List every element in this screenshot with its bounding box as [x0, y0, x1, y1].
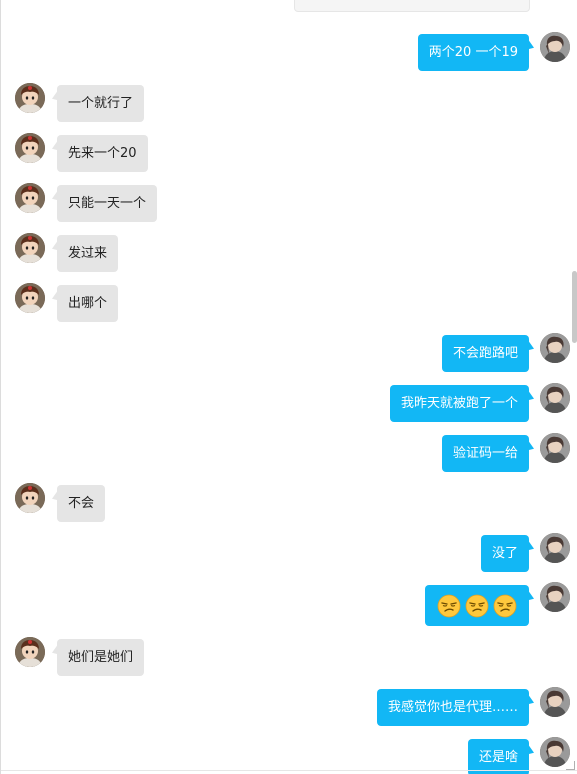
message-row: 先来一个20	[1, 133, 577, 173]
message-row: 她们是她们	[1, 637, 577, 677]
contact-avatar[interactable]	[15, 183, 45, 213]
message-bubble-received[interactable]: 她们是她们	[57, 639, 145, 676]
message-row: 还是啥	[1, 737, 577, 774]
message-row: 出哪个	[1, 283, 577, 323]
message-bubble-received[interactable]: 只能一天一个	[57, 185, 158, 222]
message-row: 只能一天一个	[1, 183, 577, 223]
message-bubble-sent[interactable]: 验证码一给	[441, 435, 529, 472]
message-bubble-received[interactable]: 发过来	[57, 235, 119, 272]
self-avatar[interactable]	[540, 333, 570, 363]
message-row	[1, 582, 577, 626]
user-avatar-icon	[540, 433, 570, 463]
message-row: 没了	[1, 533, 577, 573]
cartoon-avatar-icon	[15, 83, 45, 113]
cartoon-avatar-icon	[15, 283, 45, 313]
chat-message-area: 两个20 一个19 一个就行了 先来一个20 只能一天一个 发过来 出哪个 不会…	[0, 0, 577, 774]
message-bubble-sent[interactable]: 还是啥	[467, 739, 529, 774]
message-bubble-sent[interactable]: 没了	[480, 535, 529, 572]
scrollbar-thumb[interactable]	[572, 271, 577, 343]
smirk-emoji-icon	[493, 594, 517, 617]
message-bubble-received[interactable]: 一个就行了	[57, 85, 145, 122]
previous-message-fragment	[294, 0, 530, 12]
user-avatar-icon	[540, 333, 570, 363]
message-row: 不会	[1, 483, 577, 523]
message-row: 两个20 一个19	[1, 32, 577, 72]
cartoon-avatar-icon	[15, 483, 45, 513]
user-avatar-icon	[540, 383, 570, 413]
contact-avatar[interactable]	[15, 283, 45, 313]
user-avatar-icon	[540, 32, 570, 62]
message-bubble-received[interactable]: 先来一个20	[57, 135, 148, 172]
contact-avatar[interactable]	[15, 483, 45, 513]
cartoon-avatar-icon	[15, 133, 45, 163]
message-row: 发过来	[1, 233, 577, 273]
user-avatar-icon	[540, 533, 570, 563]
message-row: 不会跑路吧	[1, 333, 577, 373]
smirk-emoji-icon	[465, 594, 489, 617]
contact-avatar[interactable]	[15, 83, 45, 113]
message-row: 一个就行了	[1, 83, 577, 123]
smirk-emoji-icon	[437, 594, 461, 617]
message-bubble-sent[interactable]: 我感觉你也是代理……	[376, 689, 529, 726]
cartoon-avatar-icon	[15, 233, 45, 263]
contact-avatar[interactable]	[15, 233, 45, 263]
message-row: 验证码一给	[1, 433, 577, 473]
contact-avatar[interactable]	[15, 637, 45, 667]
message-row: 我感觉你也是代理……	[1, 687, 577, 727]
message-bubble-sent[interactable]	[425, 585, 529, 626]
self-avatar[interactable]	[540, 582, 570, 612]
self-avatar[interactable]	[540, 433, 570, 463]
resize-handle[interactable]	[566, 761, 575, 770]
message-bubble-sent[interactable]: 我昨天就被跑了一个	[389, 385, 529, 422]
message-bubble-received[interactable]: 不会	[57, 485, 106, 522]
self-avatar[interactable]	[540, 383, 570, 413]
user-avatar-icon	[540, 582, 570, 612]
cartoon-avatar-icon	[15, 183, 45, 213]
self-avatar[interactable]	[540, 533, 570, 563]
message-bubble-sent[interactable]: 两个20 一个19	[417, 34, 529, 71]
divider	[1, 770, 577, 771]
cartoon-avatar-icon	[15, 637, 45, 667]
message-bubble-received[interactable]: 出哪个	[57, 285, 119, 322]
message-row: 我昨天就被跑了一个	[1, 383, 577, 423]
user-avatar-icon	[540, 687, 570, 717]
message-bubble-sent[interactable]: 不会跑路吧	[441, 335, 529, 372]
self-avatar[interactable]	[540, 687, 570, 717]
self-avatar[interactable]	[540, 32, 570, 62]
contact-avatar[interactable]	[15, 133, 45, 163]
